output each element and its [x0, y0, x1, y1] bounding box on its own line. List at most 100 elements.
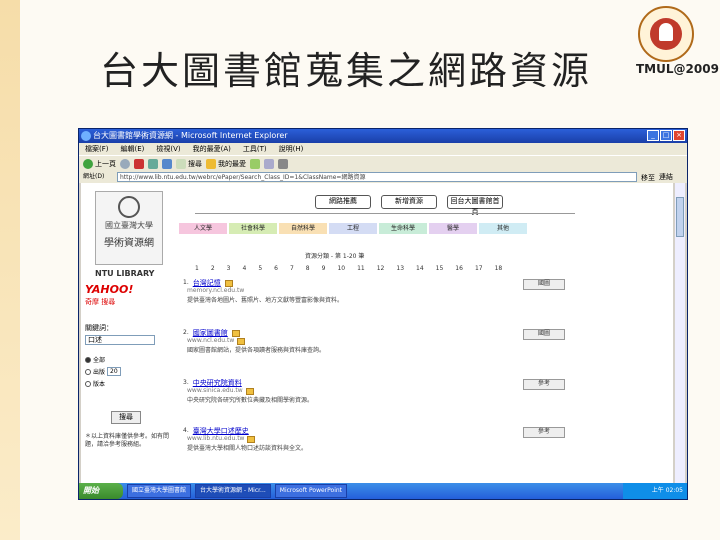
menu-help[interactable]: 說明(H)	[279, 143, 304, 155]
close-button[interactable]: ×	[673, 130, 685, 141]
browser-screenshot: 台大圖書館學術資源網 - Microsoft Internet Explorer…	[78, 128, 688, 500]
page-number-link[interactable]: 4	[242, 265, 246, 272]
results-subtitle: 資源分類 - 第 1-20 筆	[305, 253, 365, 260]
maximize-button[interactable]: □	[660, 130, 672, 141]
page-number-link[interactable]: 9	[322, 265, 326, 272]
resource-description: 提供臺灣大學相關人物口述訪談資料與全文。	[187, 445, 308, 452]
back-button[interactable]: 上一頁	[83, 158, 116, 169]
page-main: 網路推薦 新增資源 回台大圖書館首頁 人文學 社會科學 自然科學 工程 生命科學…	[175, 183, 673, 483]
page-number-link[interactable]: 13	[396, 265, 404, 272]
page-number-link[interactable]: 17	[475, 265, 483, 272]
media-icon[interactable]	[250, 158, 260, 169]
tab-humanities[interactable]: 人文學	[179, 223, 227, 234]
divider	[195, 213, 575, 214]
tab-engineering[interactable]: 工程	[329, 223, 377, 234]
page-number-link[interactable]: 16	[455, 265, 463, 272]
university-seal-logo	[638, 6, 694, 62]
radio-option-3[interactable]: 版本	[85, 379, 105, 388]
minimize-button[interactable]: _	[647, 130, 659, 141]
taskbar-item[interactable]: Microsoft PowerPoint	[274, 484, 348, 498]
scroll-thumb[interactable]	[676, 197, 684, 237]
resource-link[interactable]: 中央研究院資料	[193, 379, 242, 387]
search-input[interactable]: 口述	[85, 335, 155, 345]
page-number-link[interactable]: 12	[377, 265, 385, 272]
resource-link[interactable]: 台灣記憶	[193, 279, 221, 287]
page-number-link[interactable]: 3	[227, 265, 231, 272]
menu-favorites[interactable]: 我的最愛(A)	[193, 143, 231, 155]
page-number-link[interactable]: 8	[306, 265, 310, 272]
page-number-link[interactable]: 2	[211, 265, 215, 272]
menu-bar: 檔案(F) 編輯(E) 檢視(V) 我的最愛(A) 工具(T) 說明(H)	[79, 143, 687, 155]
resource-tag-button[interactable]: 國圖	[523, 279, 565, 290]
taskbar: 開始 國立臺灣大學圖書館 台大學術資源網 - Micr... Microsoft…	[79, 483, 687, 499]
address-input[interactable]: http://www.lib.ntu.edu.tw/webrc/ePaper/S…	[117, 172, 637, 182]
search-button[interactable]: 搜尋	[176, 158, 202, 169]
radio-unselected[interactable]	[85, 380, 91, 387]
favorites-button[interactable]: 我的最愛	[206, 158, 246, 169]
stop-icon[interactable]	[134, 158, 144, 169]
links-button[interactable]: 連結	[659, 171, 673, 183]
window-title: 台大圖書館學術資源網 - Microsoft Internet Explorer	[93, 131, 288, 140]
page-number-link[interactable]: 5	[258, 265, 262, 272]
resource-link[interactable]: 臺灣大學口述歷史	[193, 427, 249, 435]
slide-decoration	[0, 0, 20, 540]
address-label: 網址(D)	[83, 173, 105, 180]
page-number-link[interactable]: 14	[416, 265, 424, 272]
radio-selected[interactable]	[85, 356, 91, 363]
window-titlebar: 台大圖書館學術資源網 - Microsoft Internet Explorer…	[79, 129, 687, 143]
forward-arrow-icon[interactable]	[120, 158, 130, 169]
resource-entry: 3. 中央研究院資料 參考 www.sinica.edu.tw 中央研究院各研究所…	[183, 379, 565, 405]
resource-tag-button[interactable]: 參考	[523, 427, 565, 438]
page-number-link[interactable]: 15	[436, 265, 444, 272]
page-number-link[interactable]: 6	[274, 265, 278, 272]
resource-tag-button[interactable]: 參考	[523, 379, 565, 390]
resource-tag-button[interactable]: 國圖	[523, 329, 565, 340]
category-tabs: 人文學 社會科學 自然科學 工程 生命科學 醫學 其他	[179, 223, 527, 234]
yahoo-logo[interactable]: YAHOO!	[85, 283, 133, 296]
ie-icon	[81, 131, 91, 141]
resource-entry: 4. 臺灣大學口述歷史 參考 www.lib.ntu.edu.tw 提供臺灣大學相…	[183, 427, 565, 453]
page-sidebar: 國立臺灣大學 學術資源網 NTU LIBRARY YAHOO! 奇摩 搜尋 關鍵…	[81, 183, 173, 483]
radio-option-2[interactable]: 出版 20	[85, 367, 121, 376]
radio-option-1[interactable]: 全部	[85, 355, 105, 364]
link-icon	[245, 387, 254, 395]
menu-file[interactable]: 檔案(F)	[85, 143, 109, 155]
menu-view[interactable]: 檢視(V)	[156, 143, 180, 155]
top-button-home[interactable]: 回台大圖書館首頁	[447, 195, 503, 216]
tab-life-science[interactable]: 生命科學	[379, 223, 427, 234]
top-button-new[interactable]: 新增資源	[381, 195, 437, 209]
page-number-link[interactable]: 11	[357, 265, 365, 272]
tab-medicine[interactable]: 醫學	[429, 223, 477, 234]
search-label: 關鍵詞：	[85, 324, 113, 332]
pagination: 1 2 3 4 5 6 7 8 9 10 11 12 13 14 15 16 17 18	[195, 265, 502, 272]
page-number-link[interactable]: 1	[195, 265, 199, 272]
system-tray-clock: 上午 02:05	[623, 483, 687, 499]
mail-icon[interactable]	[264, 158, 274, 169]
link-icon	[237, 337, 246, 345]
refresh-icon[interactable]	[148, 158, 158, 169]
tab-social-science[interactable]: 社會科學	[229, 223, 277, 234]
top-button-recommend[interactable]: 網路推薦	[315, 195, 371, 209]
tab-other[interactable]: 其他	[479, 223, 527, 234]
web-page: 國立臺灣大學 學術資源網 NTU LIBRARY YAHOO! 奇摩 搜尋 關鍵…	[81, 183, 673, 483]
year-select[interactable]: 20	[107, 367, 121, 376]
logo-line1: 國立臺灣大學	[105, 221, 153, 230]
address-bar: 網址(D) http://www.lib.ntu.edu.tw/webrc/eP…	[79, 171, 687, 183]
radio-unselected[interactable]	[85, 368, 91, 375]
search-submit-button[interactable]: 搜尋	[111, 411, 141, 424]
taskbar-item-active[interactable]: 台大學術資源網 - Micr...	[195, 484, 271, 498]
page-number-link[interactable]: 18	[495, 265, 503, 272]
home-icon[interactable]	[162, 158, 172, 169]
start-button[interactable]: 開始	[79, 483, 123, 499]
ntu-logo[interactable]: 國立臺灣大學 學術資源網	[95, 191, 163, 265]
menu-edit[interactable]: 編輯(E)	[121, 143, 145, 155]
menu-tools[interactable]: 工具(T)	[243, 143, 267, 155]
vertical-scrollbar[interactable]	[675, 183, 685, 483]
resource-link[interactable]: 國家圖書館	[193, 329, 228, 337]
taskbar-item[interactable]: 國立臺灣大學圖書館	[127, 484, 192, 498]
tab-natural-science[interactable]: 自然科學	[279, 223, 327, 234]
print-icon[interactable]	[278, 158, 288, 169]
page-number-link[interactable]: 7	[290, 265, 294, 272]
page-number-link[interactable]: 10	[337, 265, 345, 272]
sidebar-notes: ＊以上資料庫僅供參考。如有問題，請洽參考服務組。	[85, 433, 170, 448]
